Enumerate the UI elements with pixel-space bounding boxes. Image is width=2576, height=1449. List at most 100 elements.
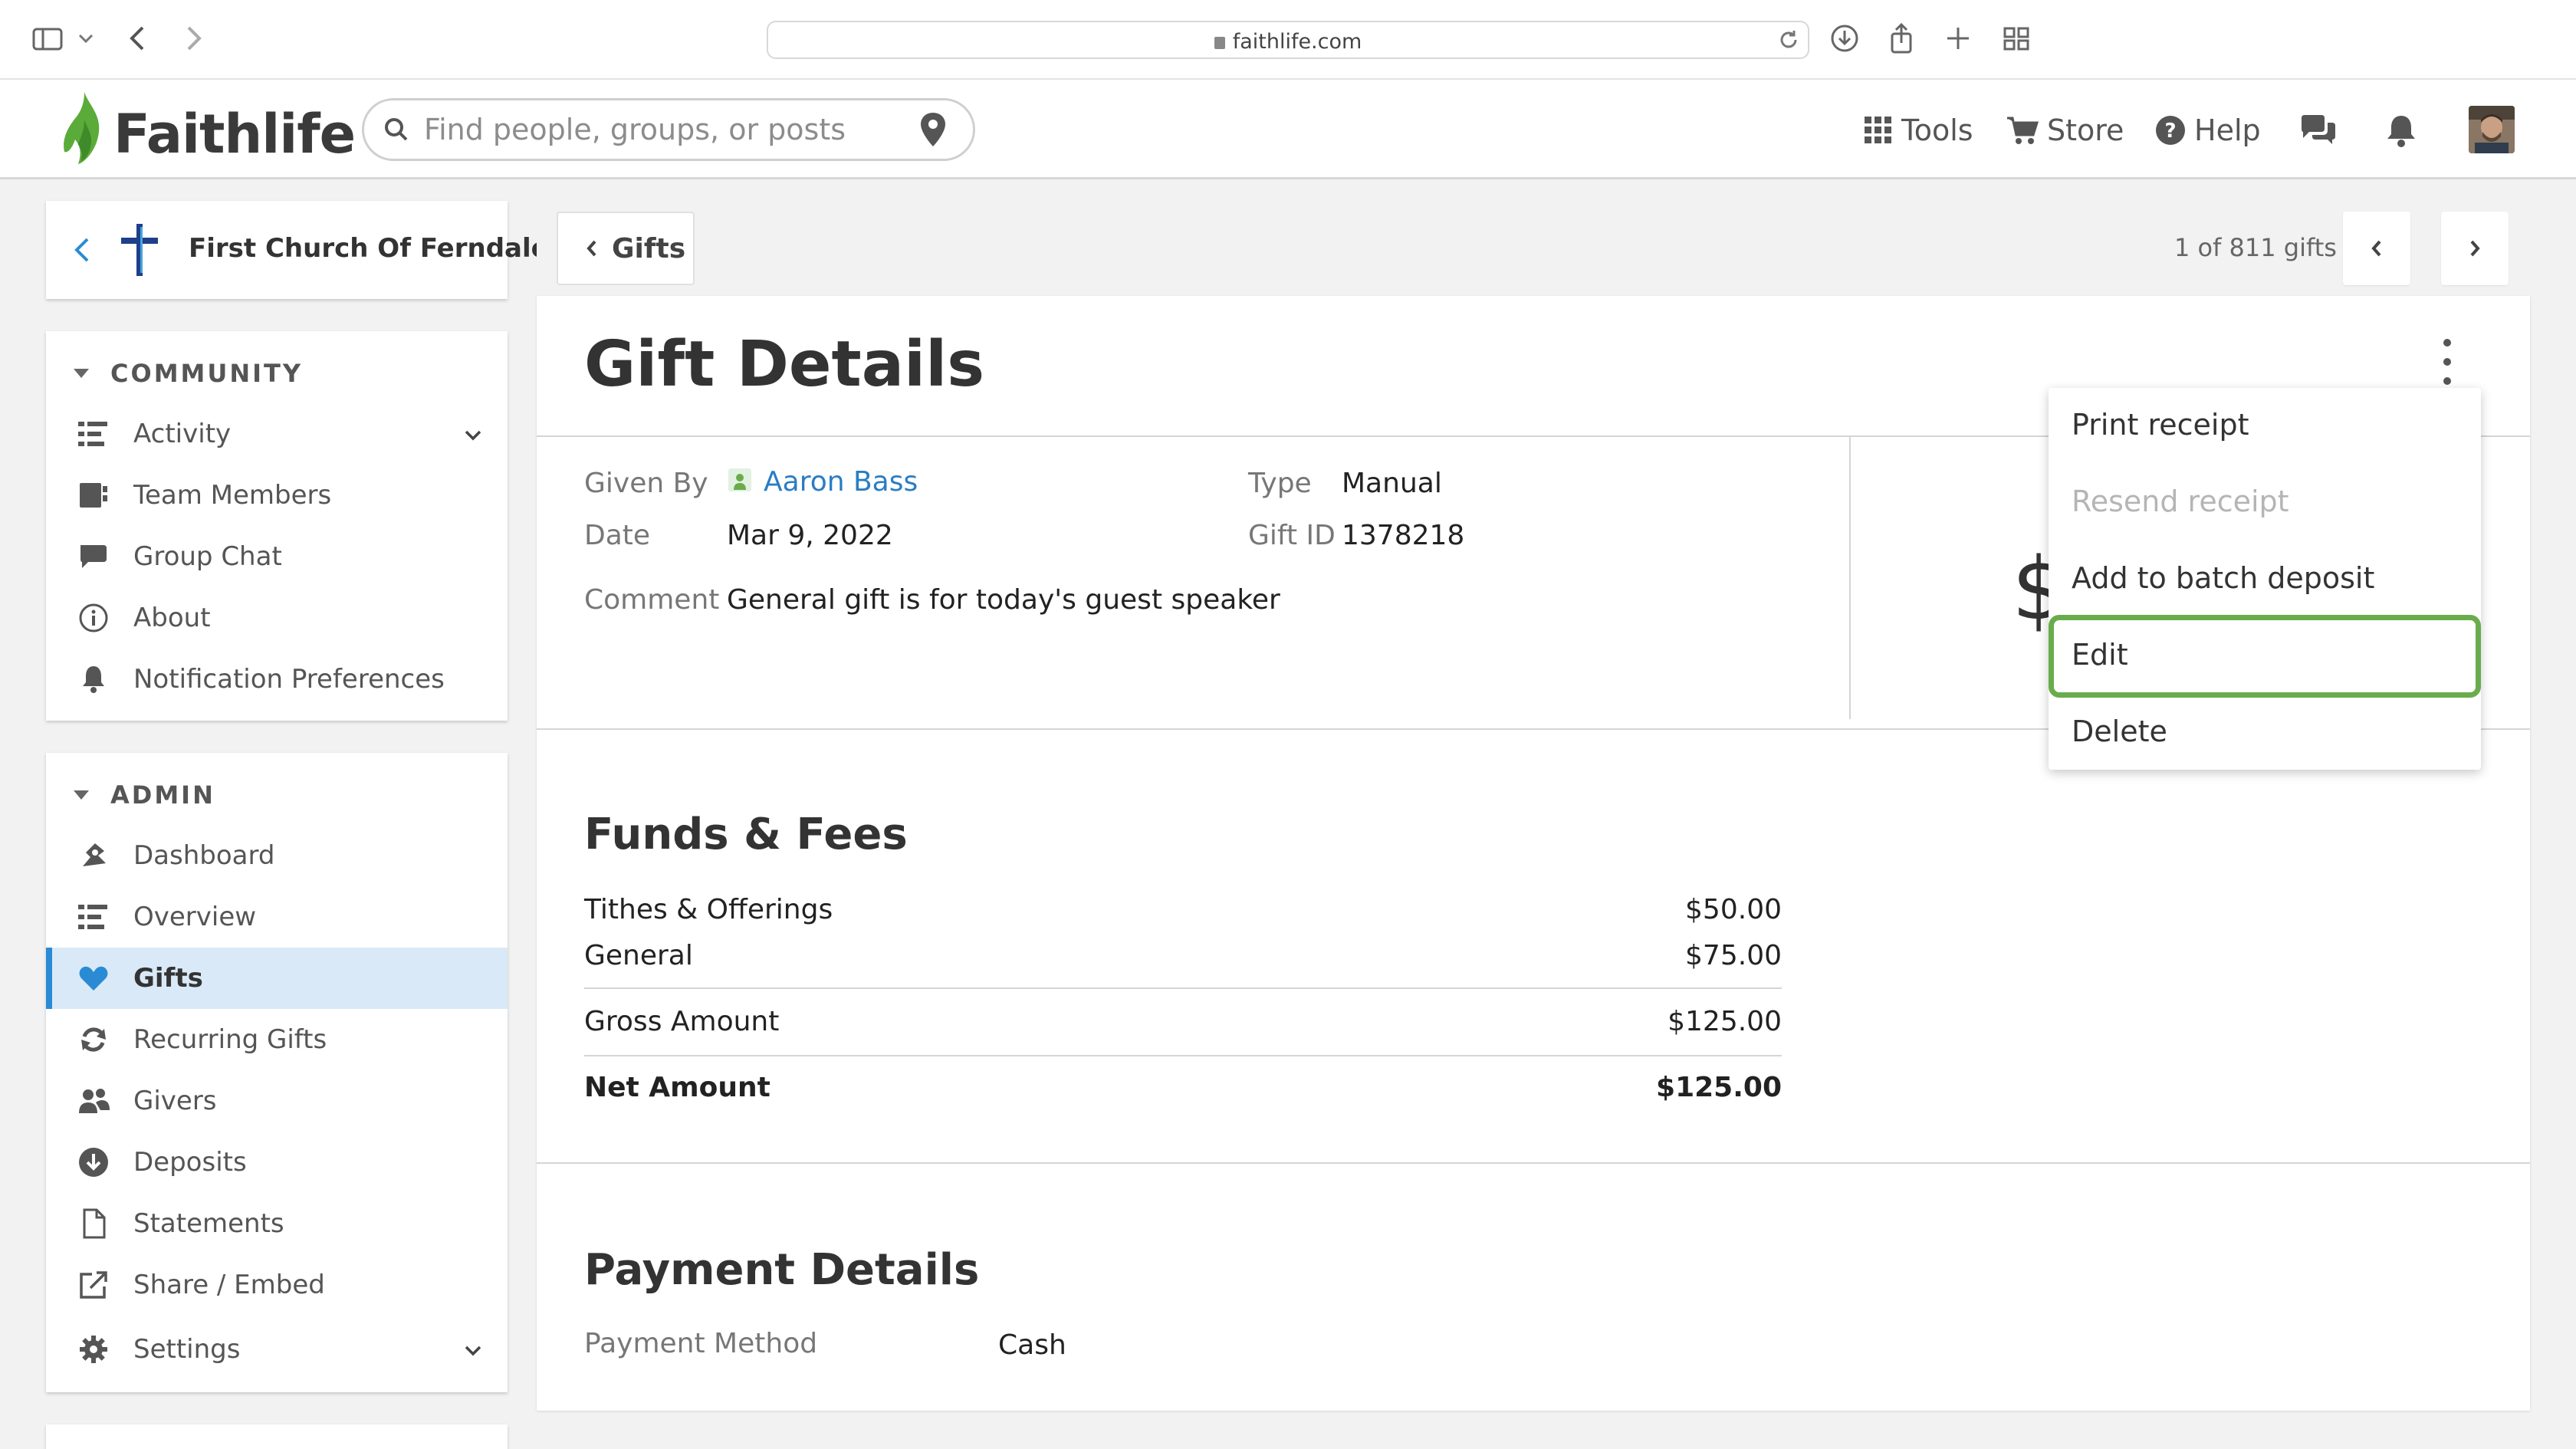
svg-text:?: ? — [2164, 120, 2176, 143]
add-to-batch-deposit-menu-item[interactable]: Add to batch deposit — [2049, 541, 2481, 618]
print-receipt-menu-item[interactable]: Print receipt — [2049, 388, 2481, 465]
tools-menu[interactable]: Tools — [1863, 109, 1973, 152]
chevron-left-icon — [586, 240, 596, 257]
address-bar[interactable]: faithlife.com — [767, 21, 1809, 59]
page-title: Gift Details — [584, 328, 985, 401]
church-cross-icon — [117, 224, 163, 279]
menu-item-label: Delete — [2072, 715, 2167, 748]
divider — [584, 987, 1782, 989]
given-by-label: Given By — [584, 468, 708, 499]
previous-gift-button[interactable] — [2343, 212, 2410, 285]
fund-name: General — [584, 940, 693, 971]
faithlife-logo[interactable]: Faithlife — [58, 89, 356, 166]
new-tab-icon[interactable] — [1940, 20, 1976, 57]
community-heading[interactable]: COMMUNITY — [74, 359, 303, 388]
givers-icon — [77, 1086, 110, 1116]
sidebar-item-label: Share / Embed — [133, 1270, 325, 1300]
admin-section: ADMIN Dashboard Overview Gifts Recurring… — [46, 753, 508, 1392]
net-amount-row: Net Amount $125.00 — [584, 1072, 1782, 1103]
back-icon[interactable] — [123, 20, 153, 57]
sidebar-item-givers[interactable]: Givers — [46, 1070, 508, 1132]
sidebar-item-team-members[interactable]: Team Members — [46, 465, 508, 526]
sidebar-item-label: About — [133, 603, 211, 633]
reload-icon[interactable] — [1777, 28, 1800, 51]
download-icon[interactable] — [1826, 20, 1863, 57]
sidebar-item-gifts[interactable]: Gifts — [46, 948, 508, 1009]
admin-heading[interactable]: ADMIN — [74, 780, 215, 810]
notifications-button[interactable] — [2384, 109, 2426, 152]
location-pin-icon[interactable] — [918, 110, 948, 153]
payment-method-value: Cash — [998, 1329, 1066, 1361]
gear-icon — [77, 1334, 110, 1365]
search-icon — [381, 114, 412, 148]
sidebar-item-label: Overview — [133, 902, 257, 932]
divider — [584, 1055, 1782, 1056]
church-name[interactable]: First Church Of Ferndale — [189, 233, 549, 264]
url-text: faithlife.com — [1232, 30, 1362, 54]
menu-item-label: Add to batch deposit — [2072, 561, 2375, 595]
sidebar-item-dashboard[interactable]: Dashboard — [46, 825, 508, 886]
sidebar-item-label: Givers — [133, 1086, 217, 1116]
gift-id-label: Gift ID — [1248, 520, 1336, 551]
sidebar-item-overview[interactable]: Overview — [46, 886, 508, 948]
admin-heading-label: ADMIN — [110, 780, 215, 810]
collapse-triangle-icon — [74, 790, 89, 800]
search-input[interactable] — [424, 111, 884, 148]
document-icon — [77, 1208, 110, 1239]
menu-item-label: Print receipt — [2072, 408, 2249, 442]
gross-amount-label: Gross Amount — [584, 1006, 780, 1037]
fund-row: Tithes & Offerings $50.00 — [584, 894, 1782, 925]
chevron-down-icon[interactable] — [462, 1339, 485, 1369]
logo-text: Faithlife — [113, 103, 356, 166]
menu-item-label: Edit — [2072, 638, 2128, 672]
sidebar-item-activity[interactable]: Activity — [46, 403, 508, 465]
type-value: Manual — [1342, 468, 1442, 499]
external-link-icon — [77, 1270, 110, 1300]
fund-name: Tithes & Offerings — [584, 894, 833, 925]
search-box[interactable] — [362, 98, 975, 161]
resend-receipt-menu-item: Resend receipt — [2049, 465, 2481, 541]
giver-link[interactable]: Aaron Bass — [728, 466, 918, 498]
sidebar-item-statements[interactable]: Statements — [46, 1193, 508, 1254]
next-gift-button[interactable] — [2441, 212, 2509, 285]
tools-label: Tools — [1901, 113, 1973, 147]
back-chevron-icon[interactable] — [67, 232, 98, 271]
back-to-gifts-button[interactable]: Gifts — [557, 212, 695, 285]
help-link[interactable]: ? Help — [2154, 109, 2261, 152]
activity-icon — [77, 419, 110, 449]
gift-id-value: 1378218 — [1342, 520, 1465, 551]
divider — [537, 1162, 2530, 1164]
sidebar-item-deposits[interactable]: Deposits — [46, 1132, 508, 1193]
browser-toolbar: faithlife.com — [0, 0, 2576, 80]
sidebar-toggle-icon[interactable] — [29, 20, 66, 57]
bell-icon — [2387, 116, 2415, 147]
sidebar-item-about[interactable]: About — [46, 587, 508, 649]
share-icon[interactable] — [1883, 20, 1920, 57]
sidebar-item-label: Notification Preferences — [133, 664, 445, 695]
sidebar-item-recurring-gifts[interactable]: Recurring Gifts — [46, 1009, 508, 1070]
chevron-down-icon[interactable] — [75, 20, 97, 57]
sidebar-item-notification-preferences[interactable]: Notification Preferences — [46, 649, 508, 710]
overview-icon — [77, 902, 110, 932]
tab-overview-icon[interactable] — [1998, 20, 2035, 57]
info-icon — [77, 603, 110, 633]
sidebar-item-group-chat[interactable]: Group Chat — [46, 526, 508, 587]
date-value: Mar 9, 2022 — [727, 520, 893, 551]
messages-button[interactable] — [2298, 109, 2346, 152]
type-label: Type — [1248, 468, 1312, 499]
delete-menu-item[interactable]: Delete — [2049, 695, 2481, 771]
more-options-icon[interactable] — [2432, 339, 2463, 385]
site-header: Faithlife Tools Store ? Help — [0, 80, 2576, 179]
store-link[interactable]: Store — [2006, 109, 2124, 152]
avatar[interactable] — [2469, 106, 2515, 153]
help-label: Help — [2194, 113, 2261, 147]
community-heading-label: COMMUNITY — [110, 359, 304, 388]
sidebar-item-settings[interactable]: Settings — [46, 1319, 508, 1380]
chevron-down-icon[interactable] — [462, 423, 485, 454]
divider — [1849, 435, 1851, 719]
payment-method-label: Payment Method — [584, 1328, 818, 1359]
sidebar-item-label: Recurring Gifts — [133, 1024, 327, 1055]
forward-icon[interactable] — [178, 20, 209, 57]
edit-menu-item[interactable]: Edit — [2049, 615, 2481, 698]
sidebar-item-share-embed[interactable]: Share / Embed — [46, 1254, 508, 1316]
